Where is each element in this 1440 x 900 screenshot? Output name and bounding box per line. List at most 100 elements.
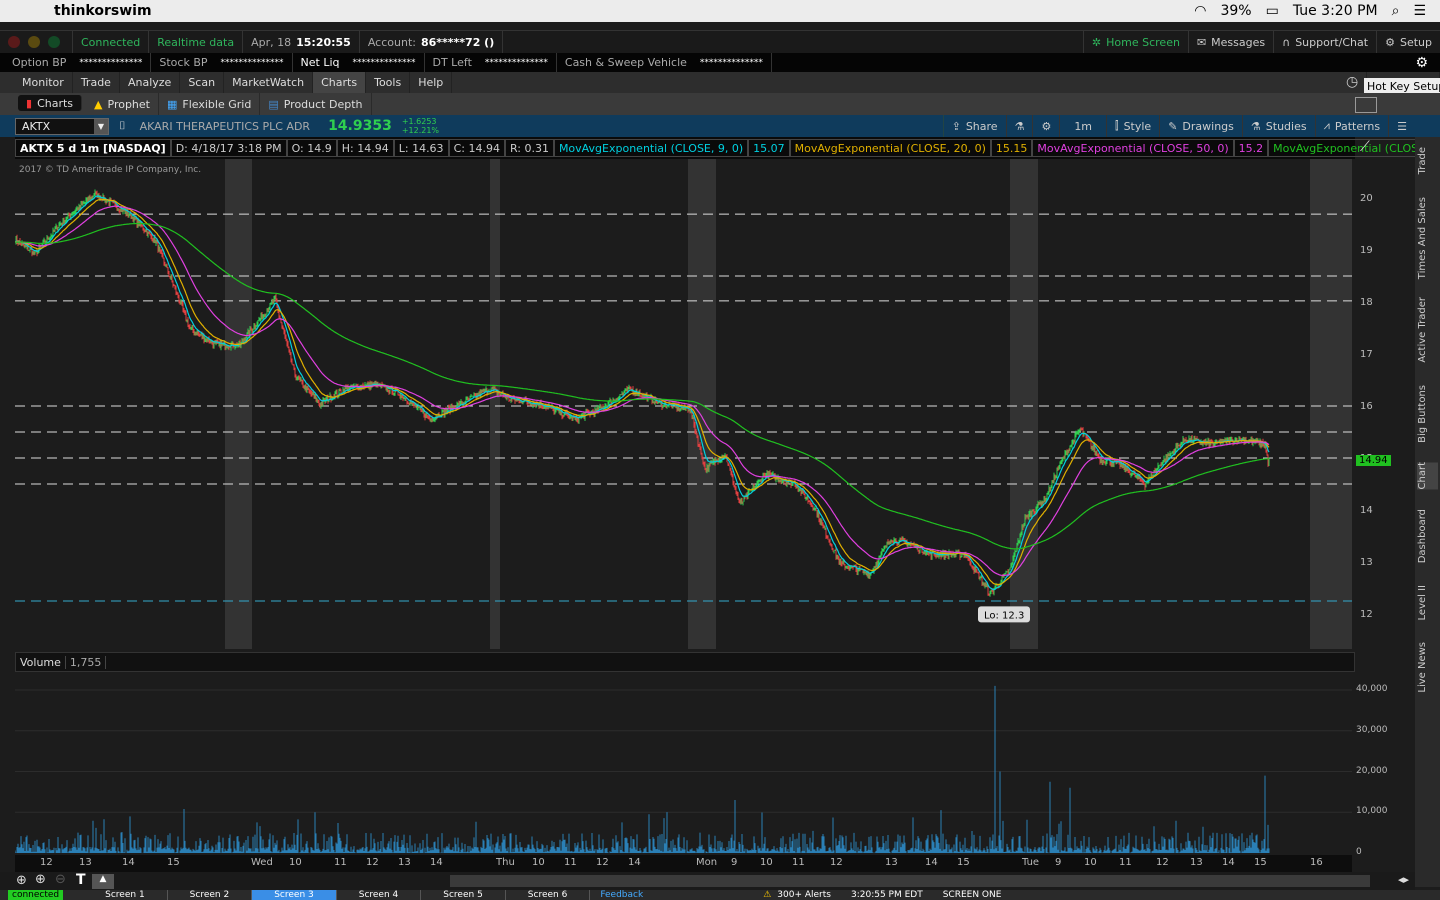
link-icon[interactable]: ⌷ [119, 119, 126, 133]
volume-chart-svg[interactable] [14, 672, 1352, 854]
setup-button[interactable]: ⚙ Setup [1377, 31, 1440, 53]
time-tick-label: 13 [398, 857, 411, 868]
flask-icon: ⚗ [1250, 119, 1261, 133]
chart-settings-button[interactable]: ⚙ [1033, 115, 1061, 137]
side-tab-level-ii[interactable]: Level II [1417, 585, 1438, 620]
crosshair-icon[interactable]: ⊕ [16, 873, 27, 888]
scrollbar-thumb[interactable] [450, 875, 1370, 887]
layout-icon[interactable] [1355, 97, 1377, 113]
tab-scan[interactable]: Scan [180, 72, 225, 93]
account-field[interactable]: Cash & Sweep Vehicle ************** [557, 53, 772, 72]
resize-icon[interactable]: ◂▸ [1398, 873, 1409, 886]
side-tab-active-trader[interactable]: Active Trader [1417, 297, 1438, 363]
screen-tab[interactable]: Screen 4 [337, 890, 422, 900]
menu-button[interactable]: ☰ [1389, 115, 1415, 137]
studies-button[interactable]: ⚗ Studies [1243, 115, 1316, 137]
time-tick-label: Tue [1022, 857, 1040, 868]
minimize-window-button[interactable] [28, 36, 40, 48]
dropdown-icon[interactable]: ▼ [94, 118, 108, 134]
style-button[interactable]: ⫿ Style [1107, 115, 1161, 137]
time-tick-label: Mon [696, 857, 718, 868]
subtab-product-depth[interactable]: ▤ Product Depth [260, 93, 372, 115]
time-tick-label: 14 [430, 857, 443, 868]
subtab-charts[interactable]: ▮ Charts [18, 95, 83, 111]
price-scale-icon[interactable]: ⟋ [1360, 139, 1370, 155]
text-tool-icon[interactable]: T [76, 872, 86, 888]
last-price-label: 14.94 [1356, 455, 1391, 467]
study-legend-name[interactable]: MovAvgExponential (CLOSE, 9, 0) [553, 139, 749, 157]
side-tab-dashboard[interactable]: Dashboard [1417, 509, 1438, 563]
account-field-label: Stock BP [159, 56, 208, 69]
side-tab-trade[interactable]: Trade [1417, 147, 1438, 174]
alerts-count[interactable]: 300+ Alerts [777, 890, 831, 900]
screen-tab[interactable]: Screen 5 [421, 890, 506, 900]
tab-monitor[interactable]: Monitor [14, 72, 73, 93]
time-tick-label: 10 [289, 857, 302, 868]
zoom-window-button[interactable] [48, 36, 60, 48]
expand-icon[interactable]: ▲ [92, 874, 114, 889]
close-window-button[interactable] [8, 36, 20, 48]
zoom-out-icon[interactable]: ⊖ [55, 872, 66, 887]
subtab-prophet[interactable]: ▲ Prophet [86, 93, 159, 115]
messages-button[interactable]: ✉ Messages [1189, 31, 1275, 53]
support-chat-button[interactable]: ∩ Support/Chat [1274, 31, 1378, 53]
side-tab-chart[interactable]: Chart [1417, 462, 1438, 490]
datetime[interactable]: Apr, 18 15:20:55 [243, 31, 360, 53]
account-selector[interactable]: Account: 86*****72 () [360, 31, 504, 53]
tab-tools[interactable]: Tools [366, 72, 411, 93]
patterns-button[interactable]: ⩘ Patterns [1316, 115, 1390, 137]
wifi-icon[interactable]: ◠ [1194, 3, 1206, 19]
setup-label: Setup [1399, 35, 1432, 49]
side-tab-times-and-sales[interactable]: Times And Sales [1417, 197, 1438, 279]
battery-icon[interactable]: ▭ [1266, 3, 1279, 19]
side-tab-big-buttons[interactable]: Big Buttons [1417, 385, 1438, 443]
screen-tab[interactable]: Screen 6 [506, 890, 591, 900]
price-axis[interactable]: 12131415161718192014.94 [1352, 159, 1415, 649]
account-field[interactable]: Stock BP ************** [151, 53, 293, 72]
screen-tab[interactable]: Screen 2 [168, 890, 253, 900]
price-chart-svg[interactable]: Lo: 12.3 [14, 159, 1352, 649]
time-tick-label: 13 [79, 857, 92, 868]
price-tick-label: 13 [1360, 557, 1373, 568]
study-legend-name[interactable]: MovAvgExponential (CLOSE, 20, 0) [789, 139, 991, 157]
time-tick-label: 11 [334, 857, 347, 868]
app-name[interactable]: thinkorswim [54, 3, 152, 19]
tab-analyze[interactable]: Analyze [120, 72, 181, 93]
screen-tab[interactable]: Screen 1 [83, 890, 168, 900]
screen-tab[interactable]: Screen 3 [252, 890, 337, 900]
subtab-flexible-grid[interactable]: ▦ Flexible Grid [159, 93, 261, 115]
price-chart[interactable]: Lo: 12.3 2017 © TD Ameritrade IP Company… [14, 159, 1352, 649]
share-button[interactable]: ⇪ Share [942, 115, 1007, 137]
timeframe-button[interactable]: 1m [1060, 115, 1108, 137]
account-field[interactable]: DT Left ************** [425, 53, 557, 72]
alert-icon[interactable]: ⚠ [763, 890, 771, 900]
legend-date: D: 4/18/17 3:18 PM [170, 139, 287, 157]
account-field[interactable]: Option BP ************** [0, 53, 152, 72]
account-field[interactable]: Net Liq ************** [293, 53, 425, 72]
account-field-value: ************** [352, 57, 416, 68]
home-screen-button[interactable]: ✲ Home Screen [1082, 31, 1189, 53]
symbol-input[interactable]: AKTX ▼ [15, 117, 109, 135]
drawings-button[interactable]: ✎ Drawings [1160, 115, 1243, 137]
volume-chart[interactable] [14, 672, 1352, 854]
tab-help[interactable]: Help [410, 72, 453, 93]
time-axis[interactable]: 12 13 14 15 Wed 10 11 12 13 14 Thu 10 11 12 14 Mon 9 10 11… [15, 855, 1352, 872]
clock[interactable]: Tue 3:20 PM [1293, 3, 1378, 19]
hotkey-icon[interactable]: ◷ [1346, 74, 1358, 90]
tab-marketwatch[interactable]: MarketWatch [224, 72, 314, 93]
flask-button[interactable]: ⚗ [1007, 115, 1034, 137]
tab-charts[interactable]: Charts [313, 72, 367, 93]
spotlight-icon[interactable]: ⌕ [1392, 3, 1400, 19]
side-tab-live-news[interactable]: Live News [1417, 642, 1438, 693]
realtime-status[interactable]: Realtime data [149, 31, 244, 53]
study-legend-name[interactable]: MovAvgExponential (CLOSE, 50, 0) [1032, 139, 1234, 157]
account-settings-icon[interactable]: ⚙ [1415, 55, 1428, 71]
tab-trade[interactable]: Trade [73, 72, 120, 93]
bottom-clock: 3:20:55 PM EDT [850, 890, 923, 900]
time-tick-label: 10 [760, 857, 773, 868]
study-legend-value: 15.15 [990, 139, 1033, 157]
time-tick-label: 12 [1156, 857, 1169, 868]
zoom-in-icon[interactable]: ⊕ [35, 872, 46, 887]
notification-icon[interactable]: ☰ [1413, 3, 1426, 19]
feedback-link[interactable]: Feedback [600, 890, 643, 900]
